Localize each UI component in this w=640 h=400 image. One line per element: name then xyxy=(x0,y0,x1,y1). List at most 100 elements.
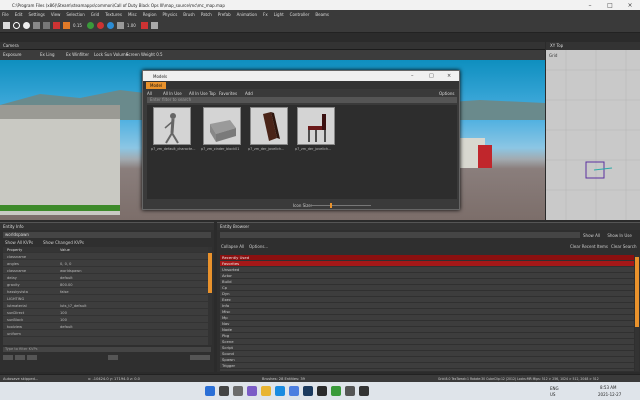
entity-button-3[interactable] xyxy=(27,355,37,360)
entity-button-1[interactable] xyxy=(3,355,13,360)
cod-icon[interactable] xyxy=(359,386,369,396)
menu-physics[interactable]: Physics xyxy=(163,12,178,17)
menu-light[interactable]: Light xyxy=(274,12,284,17)
models-tab-model[interactable]: Model xyxy=(146,82,167,89)
menu-animation[interactable]: Animation xyxy=(237,12,257,17)
menu-edit[interactable]: Edit xyxy=(15,12,23,17)
show-all-kvps-radio[interactable]: Show All KVPs xyxy=(5,240,33,245)
entity-name-field[interactable]: worldspawn xyxy=(3,232,211,238)
entity-browser-search-input[interactable] xyxy=(220,232,580,238)
store-icon[interactable] xyxy=(289,386,299,396)
icon-size-slider[interactable] xyxy=(311,205,371,206)
menu-fx[interactable]: Fx xyxy=(263,12,268,17)
menu-settings[interactable]: Settings xyxy=(28,12,44,17)
search-icon[interactable] xyxy=(219,386,229,396)
table-row[interactable]: uniform xyxy=(3,331,208,337)
entity-button-2[interactable] xyxy=(15,355,25,360)
models-search-input[interactable]: Enter filter to search xyxy=(147,97,457,103)
collapse-all-button[interactable]: Collapse All xyxy=(221,244,244,249)
filter-all-in-use-top[interactable]: All In Use Top xyxy=(189,91,216,96)
table-row[interactable]: gravity 800.00 xyxy=(3,282,208,288)
model-thumb-2[interactable] xyxy=(203,107,241,145)
camera-option-winfilter[interactable]: Ex Winfilter xyxy=(66,52,89,57)
file-explorer-icon[interactable] xyxy=(261,386,271,396)
list-item[interactable]: Trigger xyxy=(220,363,634,369)
filter-add[interactable]: Add xyxy=(245,91,253,96)
property-scrollbar-thumb[interactable] xyxy=(208,253,212,293)
menu-beams[interactable]: Beams xyxy=(315,12,329,17)
record-icon[interactable] xyxy=(13,22,20,29)
steam-icon[interactable] xyxy=(303,386,313,396)
model-thumb-3[interactable] xyxy=(250,107,288,145)
orange-tool-icon[interactable] xyxy=(63,22,70,29)
table-row[interactable]: hasskyvista false xyxy=(3,289,208,295)
clear-recent-items-button[interactable]: Clear Recent Items xyxy=(570,244,608,249)
icon-size-slider-handle[interactable] xyxy=(330,203,332,208)
menu-brush[interactable]: Brush xyxy=(183,12,195,17)
camera-option-exposure[interactable]: Exposure xyxy=(3,52,22,57)
edge-icon[interactable] xyxy=(275,386,285,396)
terminal-icon[interactable] xyxy=(317,386,327,396)
menu-prefab[interactable]: Prefab xyxy=(218,12,231,17)
language-indicator[interactable]: ENG xyxy=(550,386,559,391)
red-circle-icon[interactable] xyxy=(96,22,104,29)
nvidia-icon[interactable] xyxy=(331,386,341,396)
show-all-checkbox[interactable]: Show All xyxy=(583,233,600,238)
texture-icon[interactable] xyxy=(150,22,158,29)
property-table-scrollbar[interactable] xyxy=(208,247,212,345)
toolbar-value-2[interactable]: 1.00 xyxy=(127,23,136,28)
models-close-button[interactable]: × xyxy=(447,73,451,79)
entity-browser-scrollbar-thumb[interactable] xyxy=(635,257,639,327)
close-button[interactable]: × xyxy=(620,2,640,9)
entity-browser-options-button[interactable]: Options... xyxy=(249,244,268,249)
radiant-icon[interactable] xyxy=(345,386,355,396)
menu-view[interactable]: View xyxy=(51,12,61,17)
menu-textures[interactable]: Textures xyxy=(105,12,122,17)
models-minimize-button[interactable]: – xyxy=(411,73,414,79)
minimize-button[interactable]: – xyxy=(580,2,600,9)
filter-all[interactable]: All xyxy=(147,91,152,96)
play-icon[interactable] xyxy=(23,22,30,29)
camera-option-screen-weight[interactable]: Screen Weight 0.5 xyxy=(126,52,163,57)
table-row[interactable]: classname worldspawn xyxy=(3,268,208,274)
camera-icon[interactable] xyxy=(43,22,50,29)
green-tool-icon[interactable] xyxy=(86,22,94,29)
task-view-icon[interactable] xyxy=(233,386,243,396)
camera-option-ling[interactable]: Ex Ling xyxy=(40,52,55,57)
filter-all-in-use[interactable]: All In Use xyxy=(163,91,182,96)
entity-button-5[interactable] xyxy=(190,355,210,360)
maximize-button[interactable]: □ xyxy=(600,2,620,9)
models-options-button[interactable]: Options xyxy=(439,91,454,96)
entity-button-4[interactable] xyxy=(108,355,118,360)
clock-time[interactable]: 8:53 AM xyxy=(600,385,616,390)
menu-file[interactable]: File xyxy=(2,12,9,17)
light-icon[interactable] xyxy=(140,22,148,29)
teams-icon[interactable] xyxy=(247,386,257,396)
table-row[interactable]: sunBlock 100 xyxy=(3,317,208,323)
table-row[interactable]: angles 0, 0, 0 xyxy=(3,261,208,267)
kvp-filter-input[interactable]: Type to filter KVPs xyxy=(3,347,211,352)
model-thumb-1[interactable] xyxy=(153,107,191,145)
menu-selection[interactable]: Selection xyxy=(66,12,84,17)
arrow-tool-icon[interactable] xyxy=(116,22,124,29)
table-row[interactable]: LIGHTING xyxy=(3,296,208,302)
grid-icon[interactable] xyxy=(33,22,40,29)
filter-favorites[interactable]: Favorites xyxy=(219,91,237,96)
models-maximize-button[interactable]: □ xyxy=(429,73,434,79)
clear-search-button[interactable]: Clear Search xyxy=(611,244,636,249)
red-tool-icon[interactable] xyxy=(53,22,60,29)
table-row[interactable]: toolview default xyxy=(3,324,208,330)
pause-icon[interactable] xyxy=(3,22,10,29)
menu-controller[interactable]: Controller xyxy=(290,12,310,17)
menu-misc[interactable]: Misc xyxy=(128,12,137,17)
model-thumb-4[interactable] xyxy=(297,107,335,145)
xy-top-view[interactable]: Grid xyxy=(546,50,640,220)
menu-grid[interactable]: Grid xyxy=(91,12,99,17)
windows-start-icon[interactable] xyxy=(205,386,215,396)
show-changed-kvps-radio[interactable]: Show Changed KVPs xyxy=(43,240,84,245)
menu-patch[interactable]: Patch xyxy=(201,12,212,17)
menu-region[interactable]: Region xyxy=(143,12,157,17)
table-row[interactable]: classname xyxy=(3,254,208,260)
camera-option-lock-sun[interactable]: Lock Sun Volume xyxy=(94,52,128,57)
entity-browser-scrollbar[interactable] xyxy=(635,255,639,371)
